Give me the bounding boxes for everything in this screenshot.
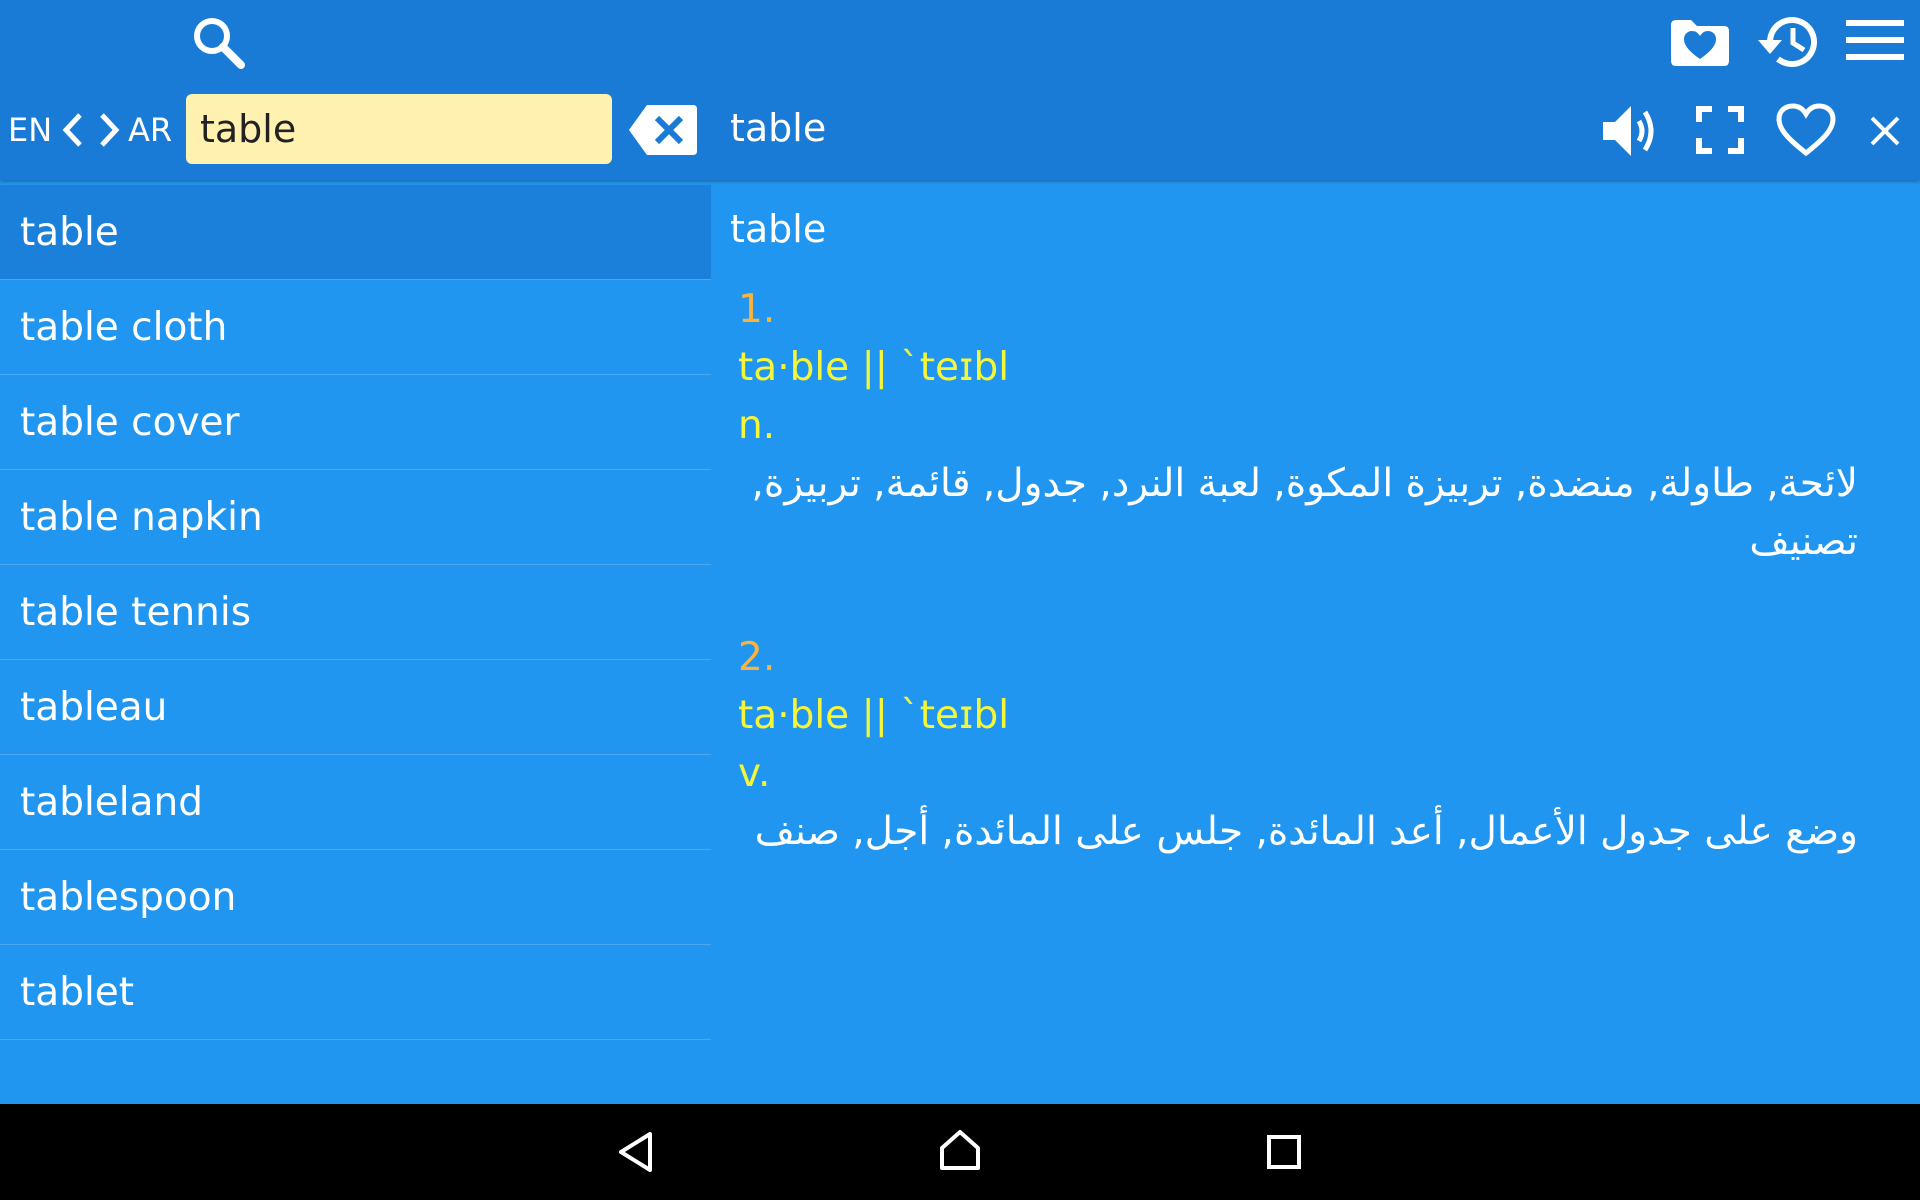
dictionary-app: EN AR table table table table cloth tabl… bbox=[0, 0, 1920, 1200]
list-item[interactable]: table cloth bbox=[0, 280, 711, 375]
menu-icon[interactable] bbox=[1844, 14, 1906, 66]
close-icon[interactable] bbox=[1866, 112, 1904, 150]
favorites-folder-icon[interactable] bbox=[1668, 10, 1732, 74]
list-item[interactable]: tablet bbox=[0, 945, 711, 1040]
definition-pane: table 1. ta·ble || `teɪbl n. لائحة, طاول… bbox=[730, 185, 1900, 1100]
translation: وضع على جدول الأعمال, أعد المائدة, جلس ع… bbox=[754, 809, 1858, 854]
home-icon[interactable] bbox=[936, 1126, 984, 1174]
entry-headword: table bbox=[730, 207, 827, 251]
speaker-icon[interactable] bbox=[1600, 100, 1662, 162]
recents-icon[interactable] bbox=[1262, 1130, 1306, 1174]
chevron-left-icon[interactable] bbox=[60, 110, 86, 150]
list-item[interactable]: table bbox=[0, 185, 711, 280]
part-of-speech: v. bbox=[738, 751, 771, 796]
part-of-speech: n. bbox=[738, 403, 776, 448]
list-item[interactable]: table cover bbox=[0, 375, 711, 470]
list-item[interactable]: tableau bbox=[0, 660, 711, 755]
list-item[interactable]: table tennis bbox=[0, 565, 711, 660]
phonetic: ta·ble || `teɪbl bbox=[738, 345, 1010, 390]
clear-input-icon[interactable] bbox=[626, 102, 700, 158]
sense-number: 2. bbox=[738, 635, 776, 680]
history-icon[interactable] bbox=[1754, 8, 1822, 76]
sense-block: 1. ta·ble || `teɪbl n. لائحة, طاولة, منض… bbox=[738, 281, 1898, 571]
suggestion-list: table table cloth table cover table napk… bbox=[0, 185, 711, 1105]
fullscreen-icon[interactable] bbox=[1694, 104, 1746, 156]
translation: لائحة, طاولة, منضدة, تربيزة المكوة, لعبة… bbox=[751, 461, 1858, 564]
chevron-right-icon[interactable] bbox=[96, 110, 122, 150]
phonetic: ta·ble || `teɪbl bbox=[738, 693, 1010, 738]
toolbar-headword: table bbox=[730, 106, 827, 150]
heart-icon[interactable] bbox=[1774, 100, 1838, 160]
list-item[interactable]: table napkin bbox=[0, 470, 711, 565]
sense-block: 2. ta·ble || `teɪbl v. وضع على جدول الأع… bbox=[738, 629, 1898, 861]
source-language-label[interactable]: EN bbox=[8, 112, 52, 148]
list-item[interactable]: tablespoon bbox=[0, 850, 711, 945]
sense-number: 1. bbox=[738, 287, 776, 332]
list-item[interactable]: tableland bbox=[0, 755, 711, 850]
target-language-label[interactable]: AR bbox=[128, 112, 172, 148]
system-navigation-bar bbox=[0, 1104, 1920, 1200]
search-input[interactable] bbox=[186, 94, 612, 164]
top-toolbar: EN AR table bbox=[0, 0, 1920, 180]
back-icon[interactable] bbox=[612, 1128, 660, 1176]
search-icon[interactable] bbox=[186, 10, 250, 74]
